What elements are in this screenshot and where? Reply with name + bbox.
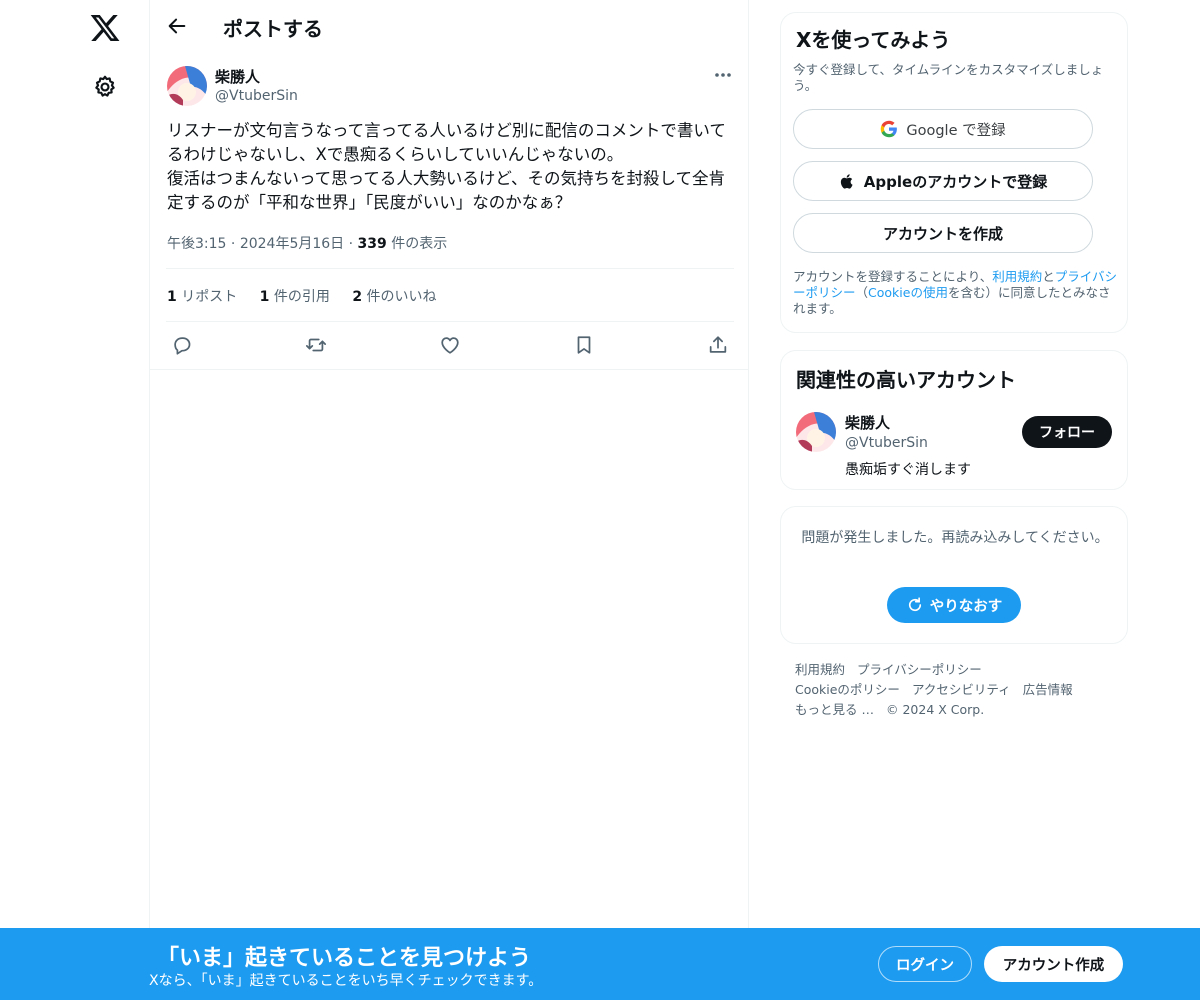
cookie-link[interactable]: Cookieの使用 [868,285,948,300]
left-nav [0,0,150,1000]
terms-text: アカウントを登録することにより、利用規約とプライバシーポリシー（Cookieの使… [793,269,1119,317]
repost-icon [305,338,327,352]
signup-card: Xを使ってみよう 今すぐ登録して、タイムラインをカスタマイズしましょう。 Goo… [780,12,1128,333]
avatar[interactable] [796,412,836,452]
tweet-date[interactable]: 2024年5月16日 [240,236,344,252]
x-logo-icon[interactable] [89,12,121,44]
footer-link-cookie[interactable]: Cookieのポリシー [795,682,900,697]
repost-count: 1 [167,289,177,305]
related-account-bio: 愚痴垢すぐ消します [845,462,971,478]
apple-icon [840,173,853,189]
google-signup-button[interactable]: Google で登録 [793,109,1093,149]
views-count: 339 [357,236,387,252]
footer-link-terms[interactable]: 利用規約 [795,662,845,677]
footer-link-privacy[interactable]: プライバシーポリシー [857,662,982,677]
divider [150,369,748,370]
author-name[interactable]: 柴勝人 [215,66,260,87]
footer: 利用規約 プライバシーポリシー Cookieのポリシー アクセシビリティ 広告情報 も… [795,660,1125,720]
terms-and: と [1042,269,1055,284]
main-column: ポストする 柴勝人 @VtuberSin リスナーが文句言うなって言ってる人いる… [149,0,749,1000]
meta-separator: · [348,236,358,252]
footer-link-accessibility[interactable]: アクセシビリティ [912,682,1011,697]
reply-button[interactable] [171,334,193,356]
create-account-label: アカウントを作成 [882,224,1003,243]
like-icon [441,337,459,354]
error-message: 問題が発生しました。再読み込みしてください。 [801,530,1109,546]
divider [166,268,734,269]
author-handle[interactable]: @VtuberSin [215,88,298,104]
quote-stat[interactable]: 1 件の引用 [260,286,330,306]
apple-signup-label: Appleのアカウントで登録 [863,172,1048,191]
apple-signup-button[interactable]: Appleのアカウントで登録 [793,161,1093,201]
avatar[interactable] [167,66,207,106]
follow-button[interactable]: フォロー [1022,416,1112,448]
related-account-handle[interactable]: @VtuberSin [845,435,928,451]
retry-label: やりなおす [929,598,1003,615]
share-button[interactable] [707,334,729,356]
bookmark-icon [577,336,591,354]
google-signup-label: Google で登録 [906,122,1006,139]
footer-row: 利用規約 プライバシーポリシー [795,660,1125,680]
login-button[interactable]: ログイン [878,946,972,982]
signup-subtitle: 今すぐ登録して、タイムラインをカスタマイズしましょう。 [793,62,1104,93]
related-account-name[interactable]: 柴勝人 [845,412,890,433]
page-title: ポストする [223,17,323,41]
tweet-text: リスナーが文句言うなって言ってる人いるけど別に配信のコメントで書いてるわけじゃな… [167,121,726,212]
terms-mid: （ [855,285,869,300]
footer-link-more[interactable]: もっと見る … [795,702,874,717]
more-icon[interactable] [712,66,734,84]
like-stat[interactable]: 2 件のいいね [352,286,436,306]
terms-link[interactable]: 利用規約 [992,269,1042,284]
login-banner: 「いま」起きていることを見つけよう Xなら、「いま」起きていることをいち早くチェ… [0,928,1200,1000]
refresh-icon [908,597,921,612]
quote-count: 1 [259,289,270,305]
footer-copyright: © 2024 X Corp. [885,702,985,717]
footer-row: Cookieのポリシー アクセシビリティ 広告情報 [795,680,1125,700]
banner-subtitle: Xなら、「いま」起きていることをいち早くチェックできます。 [149,973,543,989]
footer-link-ads[interactable]: 広告情報 [1023,682,1073,697]
repost-button[interactable] [305,334,327,356]
tweet-meta: 午後3:15 · 2024年5月16日 · 339 件の表示 [167,233,447,253]
views-label: 件の表示 [391,236,448,252]
error-card: 問題が発生しました。再読み込みしてください。 やりなおす [780,506,1128,644]
divider [166,321,734,322]
like-button[interactable] [439,334,461,356]
create-account-button[interactable]: アカウントを作成 [793,213,1093,253]
banner-title: 「いま」起きていることを見つけよう [157,946,532,971]
google-icon [881,120,898,138]
reply-icon [174,337,191,355]
share-icon [709,336,727,353]
signup-title: Xを使ってみよう [796,28,951,52]
gear-icon[interactable] [92,74,118,100]
repost-label: リポスト [181,289,238,305]
related-accounts-card: 関連性の高いアカウント 柴勝人 @VtuberSin 愚痴垢すぐ消します フォロ… [780,350,1128,490]
back-arrow-icon[interactable] [166,15,188,37]
page-header: ポストする [150,0,748,53]
repost-stat[interactable]: 1 リポスト [167,286,237,306]
quote-label: 件の引用 [273,289,330,305]
like-label: 件のいいね [366,289,437,305]
meta-separator: · [230,236,240,252]
footer-row: もっと見る … © 2024 X Corp. [795,700,1125,720]
terms-pre: アカウントを登録することにより、 [793,269,993,284]
bookmark-button[interactable] [573,334,595,356]
like-count: 2 [352,289,363,305]
tweet-stats: 1 リポスト 1 件の引用 2 件のいいね [167,286,455,306]
retry-button[interactable]: やりなおす [887,587,1021,623]
tweet-time[interactable]: 午後3:15 [167,236,226,252]
related-title: 関連性の高いアカウント [796,368,1016,392]
create-account-banner-button[interactable]: アカウント作成 [984,946,1123,982]
